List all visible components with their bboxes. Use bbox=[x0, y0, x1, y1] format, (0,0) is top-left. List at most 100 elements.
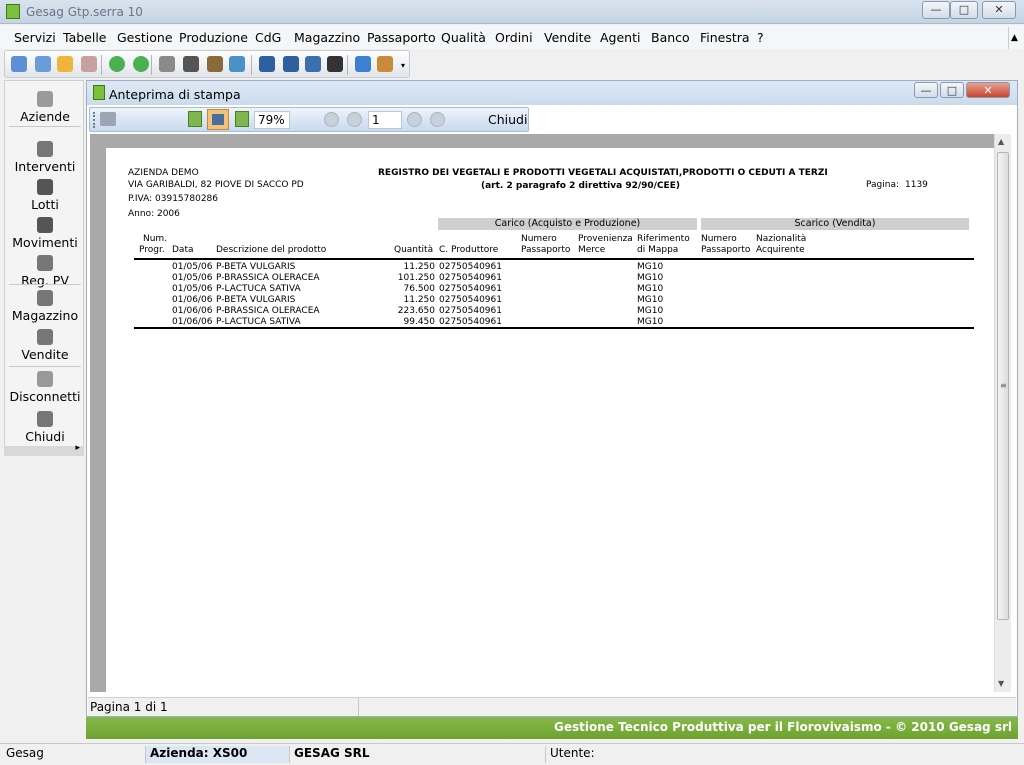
nav-disconnetti[interactable]: Disconnetti bbox=[5, 371, 85, 404]
row-description: P-BRASSICA OLERACEA bbox=[216, 306, 320, 316]
truck-icon[interactable] bbox=[207, 56, 223, 72]
warehouse-icon bbox=[37, 290, 53, 306]
nav-vendite[interactable]: Vendite bbox=[5, 329, 85, 362]
folder-icon[interactable] bbox=[57, 56, 73, 72]
menu-magazzino[interactable]: Magazzino bbox=[294, 30, 360, 45]
nav-aziende[interactable]: Aziende bbox=[5, 91, 85, 124]
report-icon[interactable] bbox=[305, 56, 321, 72]
menu-banco[interactable]: Banco bbox=[651, 30, 690, 45]
child-minimize-button[interactable]: — bbox=[914, 82, 938, 98]
child-close-button[interactable]: ✕ bbox=[966, 82, 1010, 98]
scroll-down-icon[interactable]: ▼ bbox=[998, 679, 1004, 688]
nav-magazzino[interactable]: Magazzino bbox=[5, 290, 85, 323]
menu-qualit[interactable]: Qualità bbox=[441, 30, 486, 45]
first-page-icon[interactable] bbox=[324, 112, 339, 127]
calendar2-icon[interactable] bbox=[283, 56, 299, 72]
last-page-icon[interactable] bbox=[430, 112, 445, 127]
minimize-button[interactable]: — bbox=[922, 1, 950, 19]
child-maximize-button[interactable]: □ bbox=[940, 82, 964, 98]
page-number-field[interactable]: 1 bbox=[368, 111, 402, 129]
calendar-icon[interactable] bbox=[259, 56, 275, 72]
menu-vendite[interactable]: Vendite bbox=[544, 30, 591, 45]
back-icon[interactable] bbox=[109, 56, 125, 72]
scroll-up-icon[interactable]: ▲ bbox=[998, 137, 1004, 146]
page-label: Pagina: bbox=[866, 180, 900, 190]
nav-label: Vendite bbox=[21, 347, 69, 362]
preview-toolbar: 79% 1 Chiudi bbox=[89, 107, 529, 132]
row-date: 01/06/06 bbox=[172, 306, 213, 316]
page-width-icon[interactable] bbox=[207, 109, 229, 130]
zoom-field[interactable]: 79% bbox=[254, 111, 290, 129]
next-page-icon[interactable] bbox=[407, 112, 422, 127]
printer-icon bbox=[37, 255, 53, 271]
statusbar: Gesag Azienda: XS00 GESAG SRL Utente: bbox=[0, 743, 1024, 765]
nav-label: Reg. PV bbox=[21, 273, 69, 288]
close-button[interactable]: ✕ bbox=[982, 1, 1016, 19]
status-azienda: Azienda: XS00 bbox=[146, 746, 290, 763]
scrollbar-thumb[interactable]: ≡ bbox=[997, 152, 1009, 620]
prev-page-icon[interactable] bbox=[347, 112, 362, 127]
menu-cdg[interactable]: CdG bbox=[255, 30, 281, 45]
row-quantity: 76.500 bbox=[403, 284, 436, 294]
menu-chevron[interactable]: ▲ bbox=[1008, 27, 1020, 49]
row-map-ref: MG10 bbox=[637, 284, 664, 294]
row-description: P-BETA VULGARIS bbox=[216, 295, 296, 305]
page-count-text: Pagina 1 di 1 bbox=[90, 700, 168, 714]
close-preview-button[interactable]: Chiudi bbox=[488, 112, 527, 127]
nav-expander[interactable]: ▸ bbox=[4, 443, 84, 456]
hdr-npass1: Numero bbox=[521, 234, 557, 244]
toolbar-overflow-icon[interactable]: ▾ bbox=[401, 61, 405, 70]
row-quantity: 11.250 bbox=[403, 295, 436, 305]
hdr-naz1: Nazionalità bbox=[756, 234, 807, 244]
tag-icon[interactable] bbox=[81, 56, 97, 72]
row-description: P-LACTUCA SATIVA bbox=[216, 284, 301, 294]
menu-help[interactable]: ? bbox=[757, 30, 764, 45]
one-page-icon[interactable] bbox=[188, 111, 202, 127]
nav-label: Chiudi bbox=[25, 429, 65, 444]
info-icon[interactable] bbox=[355, 56, 371, 72]
menu-produzione[interactable]: Produzione bbox=[179, 30, 248, 45]
report-subtitle: (art. 2 paragrafo 2 direttiva 92/90/CEE) bbox=[481, 181, 680, 191]
menu-tabelle[interactable]: Tabelle bbox=[63, 30, 107, 45]
flower-icon bbox=[37, 91, 53, 107]
row-quantity: 223.650 bbox=[397, 306, 435, 316]
menu-passaporto[interactable]: Passaporto bbox=[367, 30, 436, 45]
band-scarico: Scarico (Vendita) bbox=[701, 218, 969, 230]
page-number: 1139 bbox=[905, 180, 928, 190]
hand-icon[interactable] bbox=[159, 56, 175, 72]
status-app: Gesag bbox=[2, 746, 146, 763]
row-quantity: 99.450 bbox=[403, 317, 436, 327]
link-icon[interactable] bbox=[327, 56, 343, 72]
menu-servizi[interactable]: Servizi bbox=[14, 30, 56, 45]
maximize-button[interactable]: □ bbox=[950, 1, 978, 19]
multi-page-icon[interactable] bbox=[235, 111, 249, 127]
print-icon[interactable] bbox=[183, 56, 199, 72]
hdr-producer: C. Produttore bbox=[439, 245, 499, 255]
report-title: REGISTRO DEI VEGETALI E PRODOTTI VEGETAL… bbox=[378, 168, 828, 178]
report-year: Anno: 2006 bbox=[128, 209, 180, 219]
nav-interventi[interactable]: Interventi bbox=[5, 141, 85, 174]
menu-gestione[interactable]: Gestione bbox=[117, 30, 173, 45]
hdr-snum1: Numero bbox=[701, 234, 737, 244]
vertical-scrollbar[interactable]: ▲ ≡ ▼ bbox=[994, 134, 1011, 692]
keys-icon bbox=[37, 371, 53, 387]
menu-agenti[interactable]: Agenti bbox=[600, 30, 640, 45]
copy-icon[interactable] bbox=[35, 56, 51, 72]
hdr-rif2: di Mappa bbox=[637, 245, 679, 255]
toolbar-grip[interactable] bbox=[93, 112, 95, 128]
hdr-naz2: Acquirente bbox=[756, 245, 805, 255]
status-company: GESAG SRL bbox=[290, 746, 546, 763]
hdr-snum2: Passaporto bbox=[701, 245, 751, 255]
nav-lotti[interactable]: Lotti bbox=[5, 179, 85, 212]
print-icon[interactable] bbox=[100, 112, 116, 126]
nav-chiudi[interactable]: Chiudi bbox=[5, 411, 85, 444]
menu-finestra[interactable]: Finestra bbox=[700, 30, 750, 45]
user-icon[interactable] bbox=[377, 56, 393, 72]
home-icon[interactable] bbox=[11, 56, 27, 72]
report-address: VIA GARIBALDI, 82 PIOVE DI SACCO PD bbox=[128, 180, 304, 190]
menu-ordini[interactable]: Ordini bbox=[495, 30, 533, 45]
app-icon bbox=[6, 4, 20, 19]
forward-icon[interactable] bbox=[133, 56, 149, 72]
refresh-icon[interactable] bbox=[229, 56, 245, 72]
nav-movimenti[interactable]: Movimenti bbox=[5, 217, 85, 250]
